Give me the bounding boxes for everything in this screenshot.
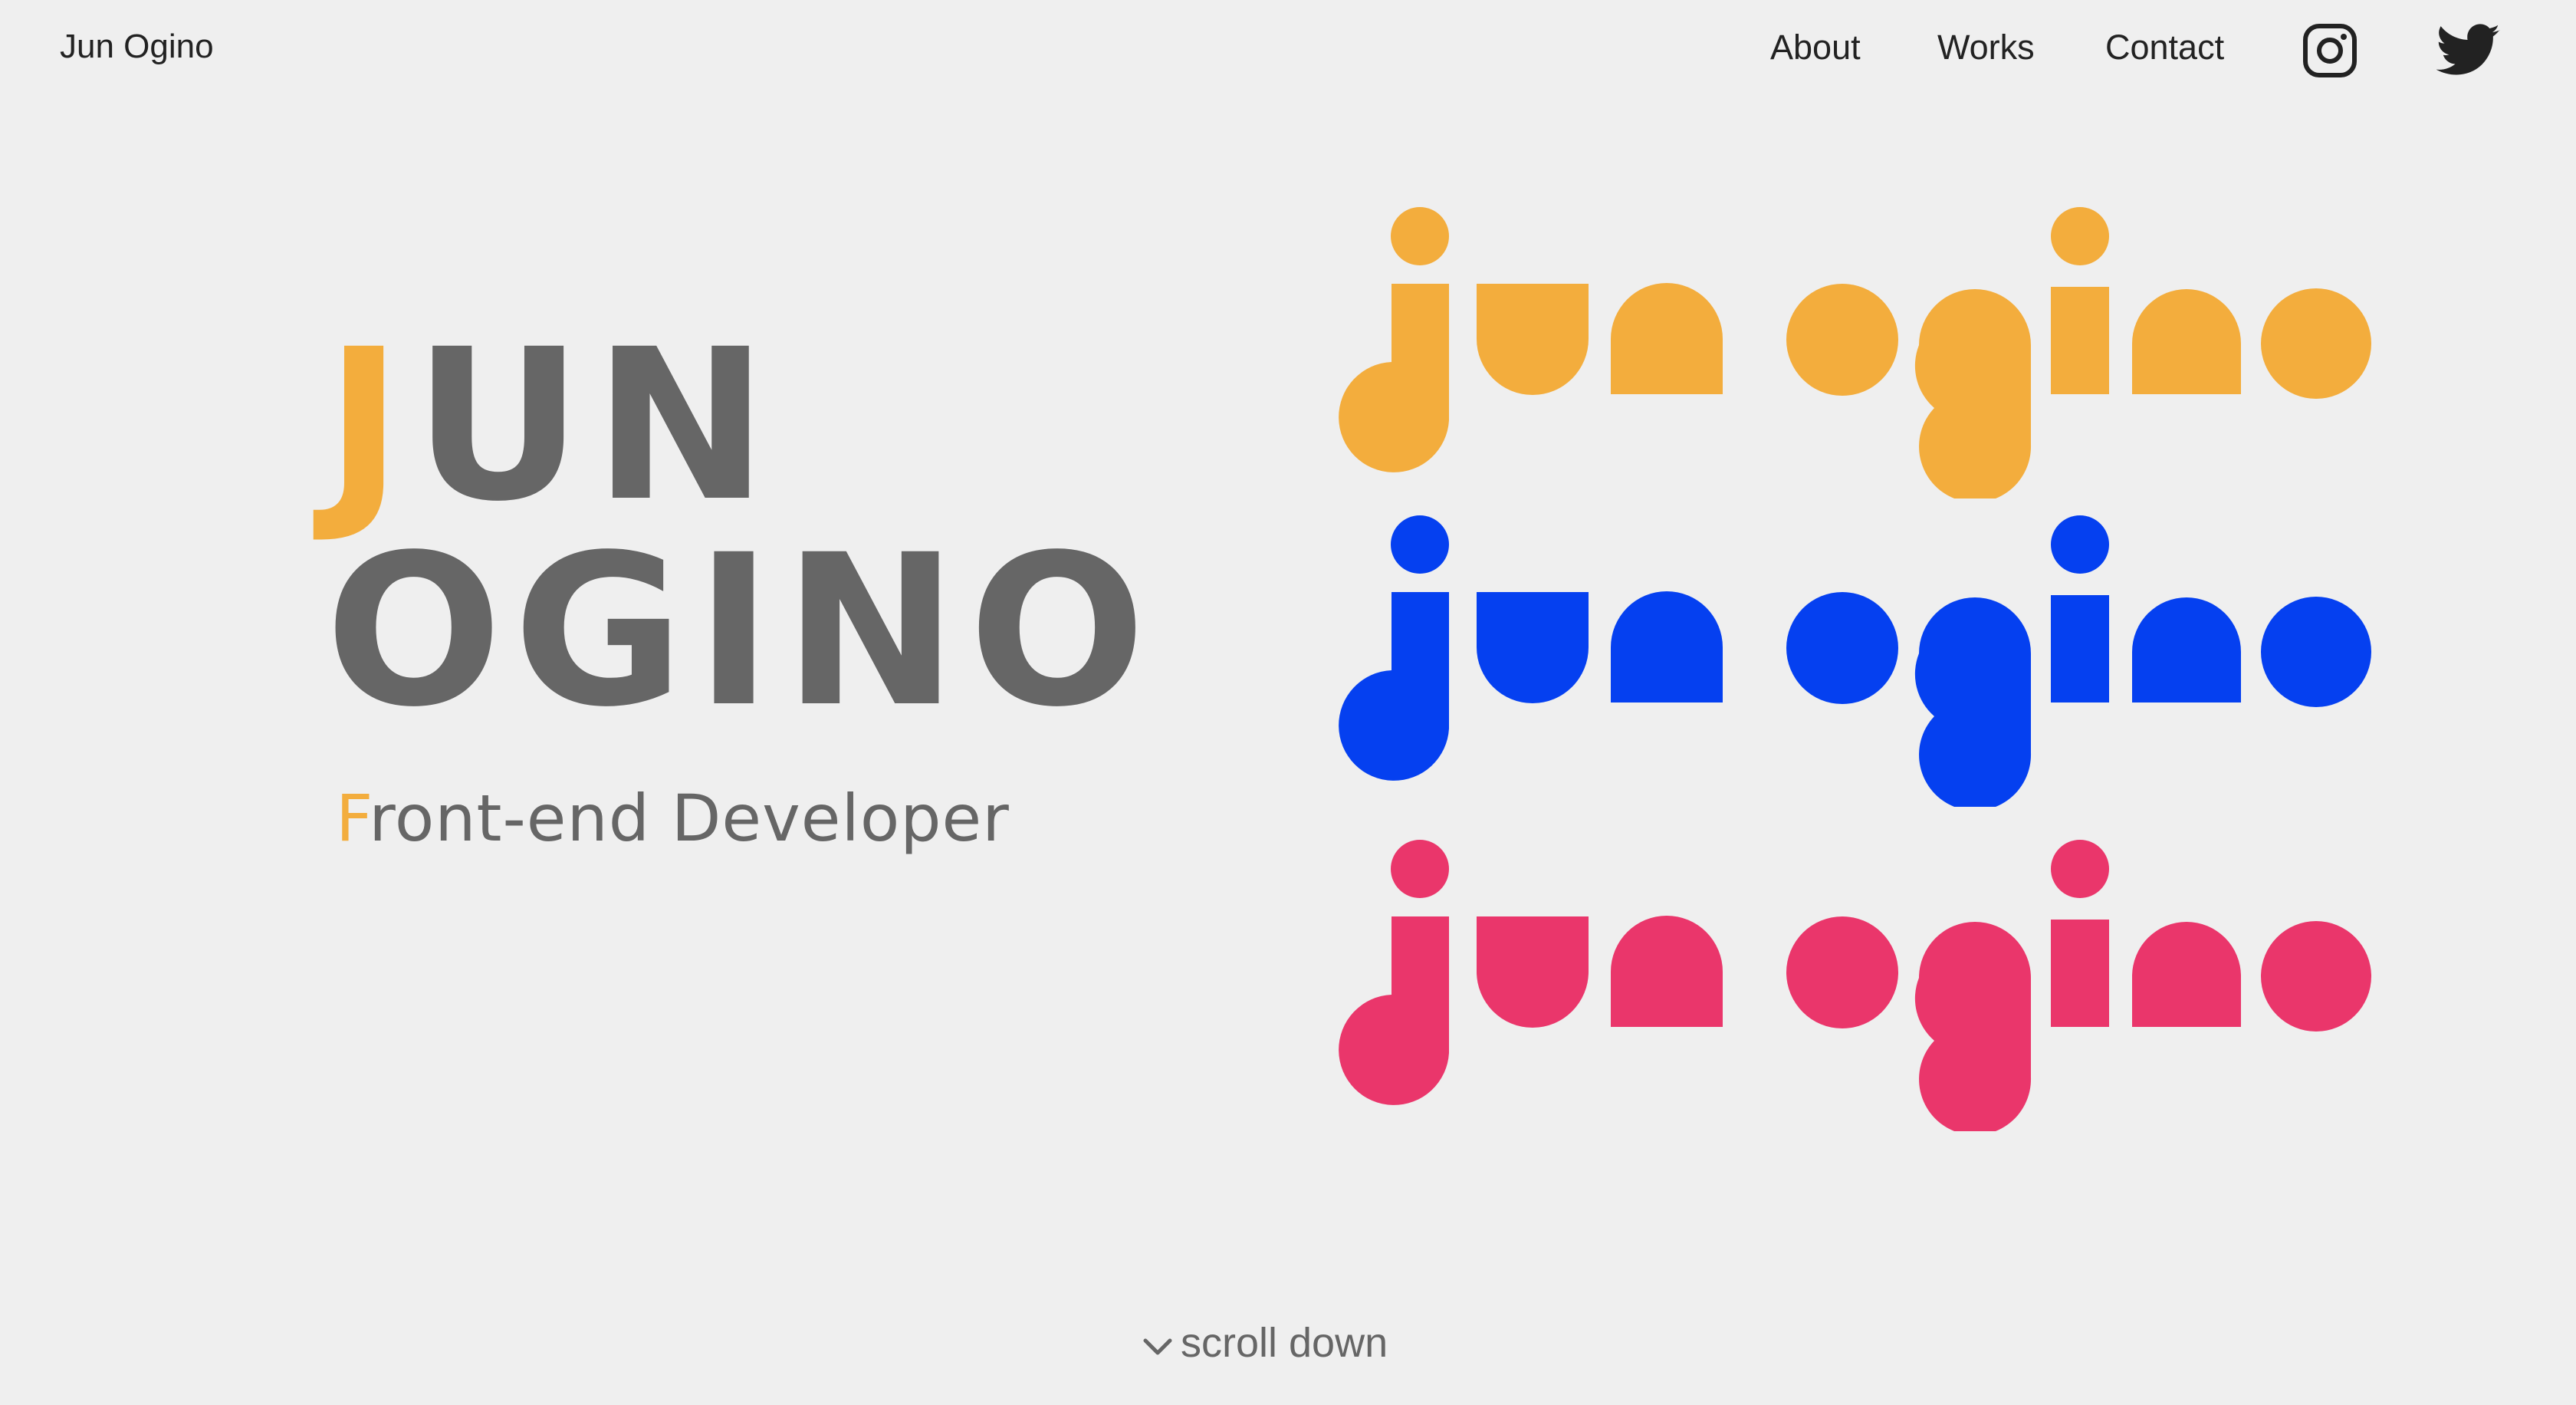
hero-subtitle: Front-end Developer xyxy=(336,781,1010,856)
twitter-icon[interactable] xyxy=(2436,23,2501,78)
hero-line-last: OGINO xyxy=(325,511,1157,753)
logo-wordmark-pink xyxy=(1338,840,2373,1131)
nav-contact-link[interactable]: Contact xyxy=(2105,28,2224,67)
subtitle-rest: ront-end Developer xyxy=(369,781,1010,856)
subtitle-accent-letter: F xyxy=(336,781,370,856)
hero-line-first: JUN xyxy=(325,322,1157,531)
scroll-down-label: scroll down xyxy=(1181,1320,1388,1366)
nav-works-link[interactable]: Works xyxy=(1937,28,2035,67)
site-name-link[interactable]: Jun Ogino xyxy=(60,28,214,66)
nav-about-link[interactable]: About xyxy=(1770,28,1861,67)
instagram-icon[interactable] xyxy=(2302,23,2358,78)
logo-wordmark-orange xyxy=(1338,207,2373,498)
logo-wordmark-blue xyxy=(1338,515,2373,807)
page: Jun Ogino About Works Contact JUN OGINO … xyxy=(0,0,2576,1405)
chevron-down-icon xyxy=(1143,1338,1172,1355)
hero-name: JUN OGINO xyxy=(325,322,1157,736)
scroll-down-link[interactable]: scroll down xyxy=(1142,1319,1388,1367)
